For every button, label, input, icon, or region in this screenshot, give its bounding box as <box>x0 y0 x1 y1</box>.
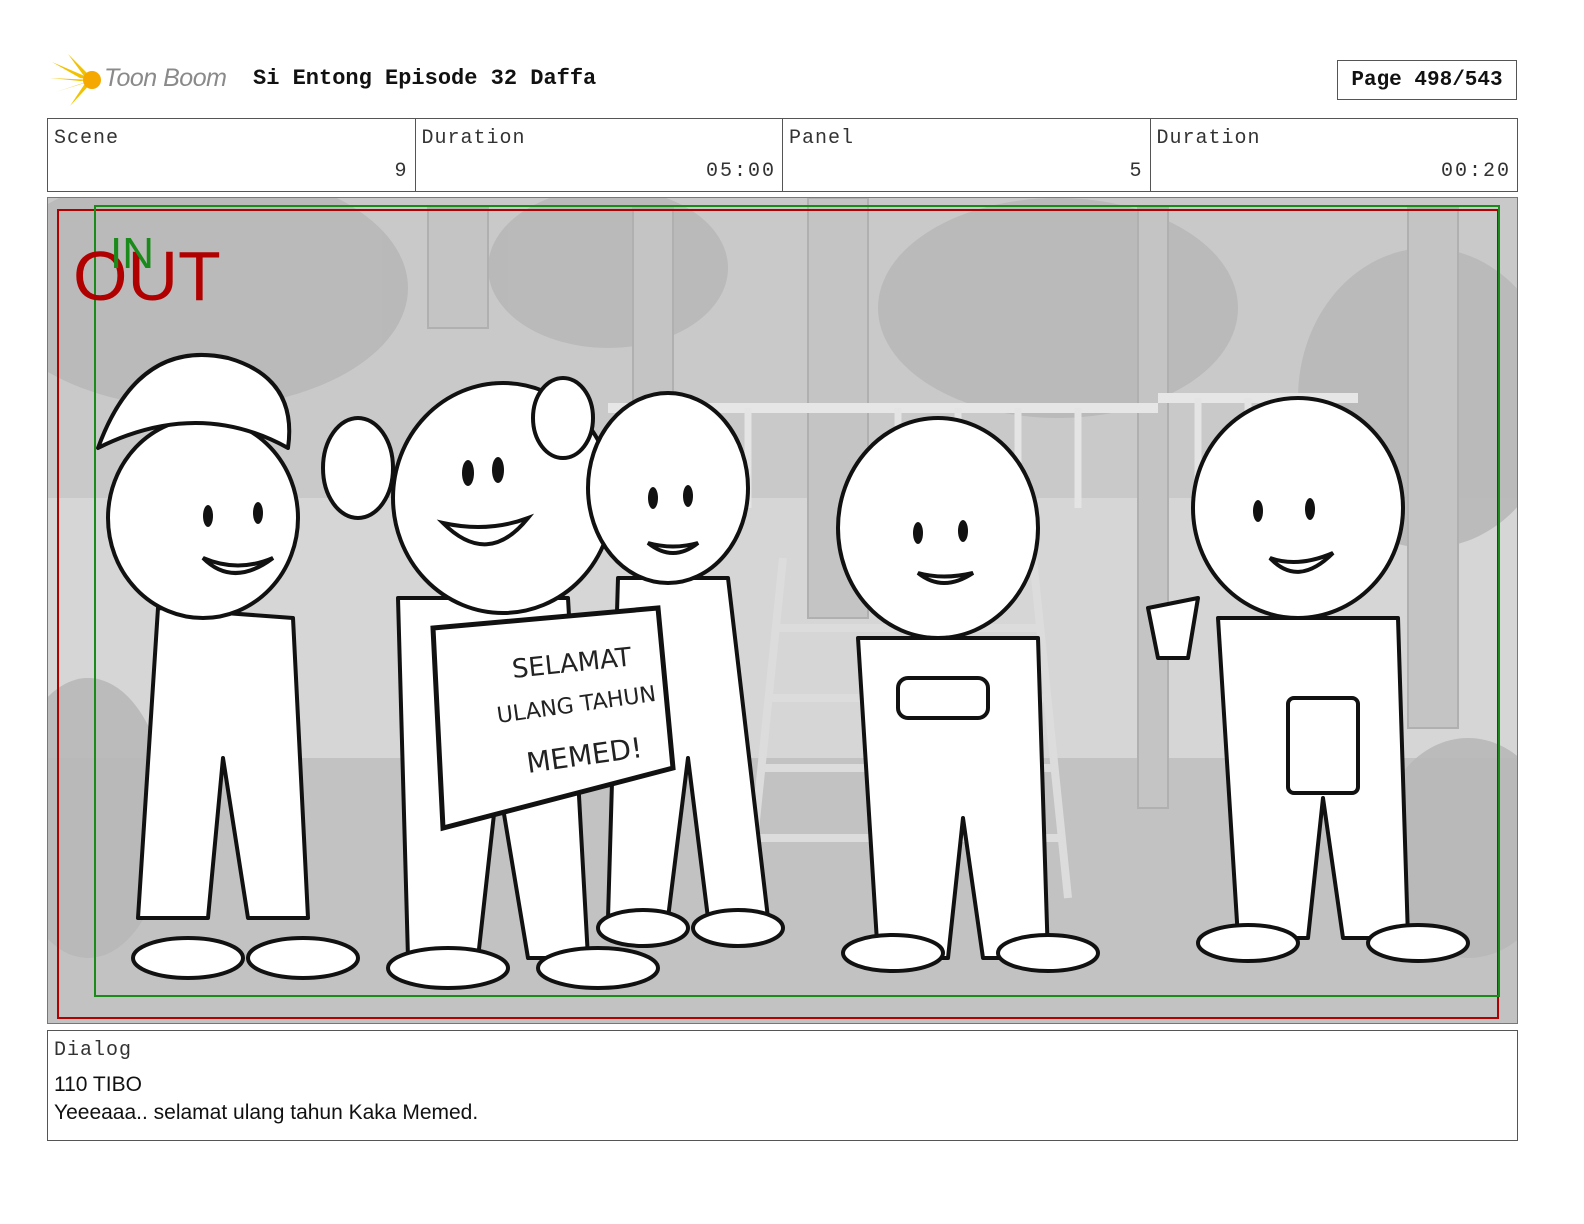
storyboard-drawing: SELAMAT ULANG TAHUN MEMED! OUT IN <box>48 198 1517 1023</box>
scene-duration-value: 05:00 <box>705 160 776 183</box>
scene-value: 9 <box>394 160 409 183</box>
panel-duration-label: Duration <box>1156 127 1261 150</box>
dialog-speaker: 110 TIBO <box>54 1073 142 1096</box>
panel-cell: Panel 5 <box>783 119 1151 191</box>
panel-duration-value: 00:20 <box>1440 160 1511 183</box>
scene-cell: Scene 9 <box>48 119 416 191</box>
panel-value: 5 <box>1129 160 1144 183</box>
page-indicator: Page 498/543 <box>1337 60 1517 100</box>
scene-duration-label: Duration <box>421 127 526 150</box>
scene-duration-cell: Duration 05:00 <box>416 119 783 191</box>
dialog-label: Dialog <box>54 1039 133 1062</box>
logo-text: Toon Boom <box>104 64 227 92</box>
document-title: Si Entong Episode 32 Daffa <box>253 66 597 91</box>
in-label: IN <box>110 229 154 278</box>
scene-info-row: Scene 9 Duration 05:00 Panel 5 Duration … <box>47 118 1518 192</box>
scene-label: Scene <box>54 127 120 150</box>
dialog-text: Yeeeaaa.. selamat ulang tahun Kaka Memed… <box>54 1101 479 1124</box>
dialog-box: Dialog 110 TIBO Yeeeaaa.. selamat ulang … <box>47 1030 1518 1141</box>
panel-duration-cell: Duration 00:20 <box>1151 119 1518 191</box>
panel-label: Panel <box>789 127 855 150</box>
storyboard-panel: SELAMAT ULANG TAHUN MEMED! OUT IN <box>47 197 1518 1024</box>
